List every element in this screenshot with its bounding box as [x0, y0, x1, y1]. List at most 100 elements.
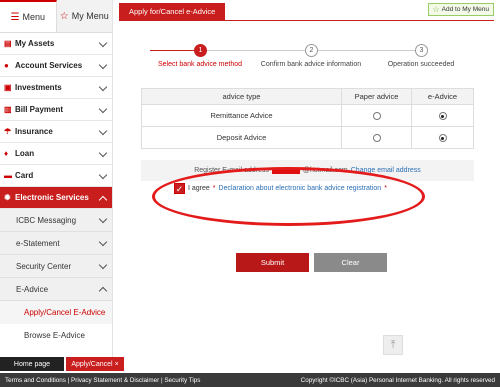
gear-icon: ✹: [4, 193, 11, 202]
sidebar-item-label: Loan: [15, 149, 35, 158]
change-email-link[interactable]: Change email address: [351, 167, 421, 174]
deposit-paper-radio[interactable]: [372, 134, 381, 142]
home-page-tab[interactable]: Home page: [0, 357, 64, 371]
star-icon: ☆: [59, 10, 69, 22]
remittance-paper-radio[interactable]: [372, 112, 381, 120]
sidebar-item-card[interactable]: ▬ Card: [0, 165, 112, 187]
step-2-indicator: 2: [305, 44, 318, 57]
table-row: Remittance Advice: [141, 104, 474, 127]
chevron-down-icon: [99, 62, 107, 70]
e-advice-cell: [411, 104, 474, 127]
scroll-to-top-icon[interactable]: ⤒: [383, 335, 403, 355]
progress-line-done: [150, 50, 200, 51]
content-header: Apply for/Cancel e-Advice ☆ Add to My Me…: [113, 0, 500, 20]
umbrella-icon: ☂: [4, 127, 12, 136]
sidebar-subitem-e-advice[interactable]: E-Advice: [0, 278, 112, 301]
card-icon: ▬: [4, 171, 12, 180]
chevron-down-icon: [99, 262, 107, 270]
sidebar-subitem-label: e-Statement: [16, 238, 60, 248]
column-header: e-Advice: [411, 88, 474, 105]
document-icon: ▤: [4, 39, 12, 48]
chart-icon: ▣: [4, 83, 12, 92]
chevron-down-icon: [99, 216, 107, 224]
bill-icon: ▥: [4, 105, 12, 114]
chevron-up-icon: [99, 194, 107, 202]
chevron-up-icon: [99, 285, 107, 293]
column-header: Paper advice: [341, 88, 412, 105]
redacted-email: [271, 167, 300, 174]
deposit-e-advice-radio[interactable]: [438, 134, 447, 142]
remittance-e-advice-radio[interactable]: [438, 112, 447, 120]
chevron-down-icon: [99, 40, 107, 48]
agree-row: ✓ I agree * Declaration about electronic…: [174, 183, 387, 194]
sidebar-subitem-label: E-Advice: [16, 284, 49, 294]
step-1-label: Select bank advice method: [157, 61, 243, 68]
e-advice-cell: [411, 126, 474, 149]
footer-links[interactable]: Terms and Conditions | Privacy Statement…: [5, 377, 200, 384]
agree-label: I agree: [188, 185, 210, 192]
chevron-down-icon: [99, 239, 107, 247]
list-icon: ☰: [10, 11, 20, 23]
current-page-tab-label: Apply/Cancel: [71, 360, 113, 368]
step-1-indicator: 1: [194, 44, 207, 57]
person-icon: ●: [4, 61, 9, 70]
tab-menu[interactable]: ☰ Menu: [0, 0, 57, 32]
sidebar-item-electronic-services[interactable]: ✹ Electronic Services: [0, 187, 112, 209]
footer: Terms and Conditions | Privacy Statement…: [0, 373, 500, 387]
sidebar-subitem-security-center[interactable]: Security Center: [0, 255, 112, 278]
chevron-down-icon: [99, 128, 107, 136]
sidebar-subitem-label: ICBC Messaging: [16, 215, 77, 225]
paper-advice-cell: [341, 126, 412, 149]
sidebar-link-apply-cancel-e-advice[interactable]: Apply/Cancel E-Advice: [0, 301, 112, 324]
step-2-label: Confirm bank advice information: [260, 61, 362, 68]
add-to-my-menu-button[interactable]: ☆ Add to My Menu: [427, 3, 494, 16]
tab-my-menu-label: My Menu: [71, 11, 109, 21]
chevron-down-icon: [99, 172, 107, 180]
advice-type-cell: Deposit Advice: [141, 126, 342, 149]
table-header-row: advice type Paper advice e-Advice: [141, 88, 474, 105]
sidebar-subitem-label: Security Center: [16, 261, 72, 271]
tab-my-menu[interactable]: ☆ My Menu: [56, 0, 112, 32]
column-header: advice type: [141, 88, 342, 105]
step-3-indicator: 3: [415, 44, 428, 57]
open-pages-bar: Home page Apply/Cancel ×: [0, 357, 124, 371]
sidebar-item-loan[interactable]: ♦ Loan: [0, 143, 112, 165]
close-icon[interactable]: ×: [115, 361, 119, 368]
email-domain: @hotmail.com: [302, 167, 348, 174]
sidebar-item-label: Card: [15, 171, 34, 180]
sidebar-item-label: Insurance: [15, 127, 53, 136]
sidebar-item-account-services[interactable]: ● Account Services: [0, 55, 112, 77]
sidebar-subitem-icbc-messaging[interactable]: ICBC Messaging: [0, 209, 112, 232]
required-mark: *: [384, 185, 387, 192]
sidebar-item-my-assets[interactable]: ▤ My Assets: [0, 33, 112, 55]
sidebar-item-insurance[interactable]: ☂ Insurance: [0, 121, 112, 143]
sidebar-item-label: Bill Payment: [15, 105, 64, 114]
required-mark: *: [212, 185, 216, 192]
add-to-my-menu-label: Add to My Menu: [441, 6, 489, 13]
sidebar-item-label: Account Services: [15, 61, 83, 70]
advice-table: advice type Paper advice e-Advice Remitt…: [141, 88, 474, 149]
step-3-label: Operation succeeded: [387, 61, 455, 68]
tab-menu-label: Menu: [22, 12, 45, 22]
sidebar-item-label: Electronic Services: [15, 193, 89, 202]
page-title-tab: Apply for/Cancel e-Advice: [119, 3, 226, 20]
clear-button[interactable]: Clear: [314, 253, 387, 272]
register-email-label: Register E-mail address: [194, 167, 269, 174]
copyright: Copyright ©ICBC (Asia) Personal Internet…: [300, 376, 495, 384]
advice-type-cell: Remittance Advice: [141, 104, 342, 127]
agree-checkbox[interactable]: ✓: [174, 183, 185, 194]
sidebar-link-browse-e-advice[interactable]: Browse E-Advice: [0, 324, 112, 347]
sidebar-tabs: ☰ Menu ☆ My Menu: [0, 0, 112, 33]
money-bag-icon: ♦: [4, 149, 9, 158]
declaration-link[interactable]: Declaration about electronic bank advice…: [219, 185, 382, 192]
sidebar-subitem-e-statement[interactable]: e-Statement: [0, 232, 112, 255]
chevron-down-icon: [99, 84, 107, 92]
sidebar-item-investments[interactable]: ▣ Investments: [0, 77, 112, 99]
star-icon: ☆: [432, 5, 440, 14]
paper-advice-cell: [341, 104, 412, 127]
sidebar-item-bill-payment[interactable]: ▥ Bill Payment: [0, 99, 112, 121]
sidebar-item-label: My Assets: [15, 39, 55, 48]
submit-button[interactable]: Submit: [236, 253, 309, 272]
chevron-down-icon: [99, 106, 107, 114]
current-page-tab[interactable]: Apply/Cancel ×: [66, 357, 124, 371]
